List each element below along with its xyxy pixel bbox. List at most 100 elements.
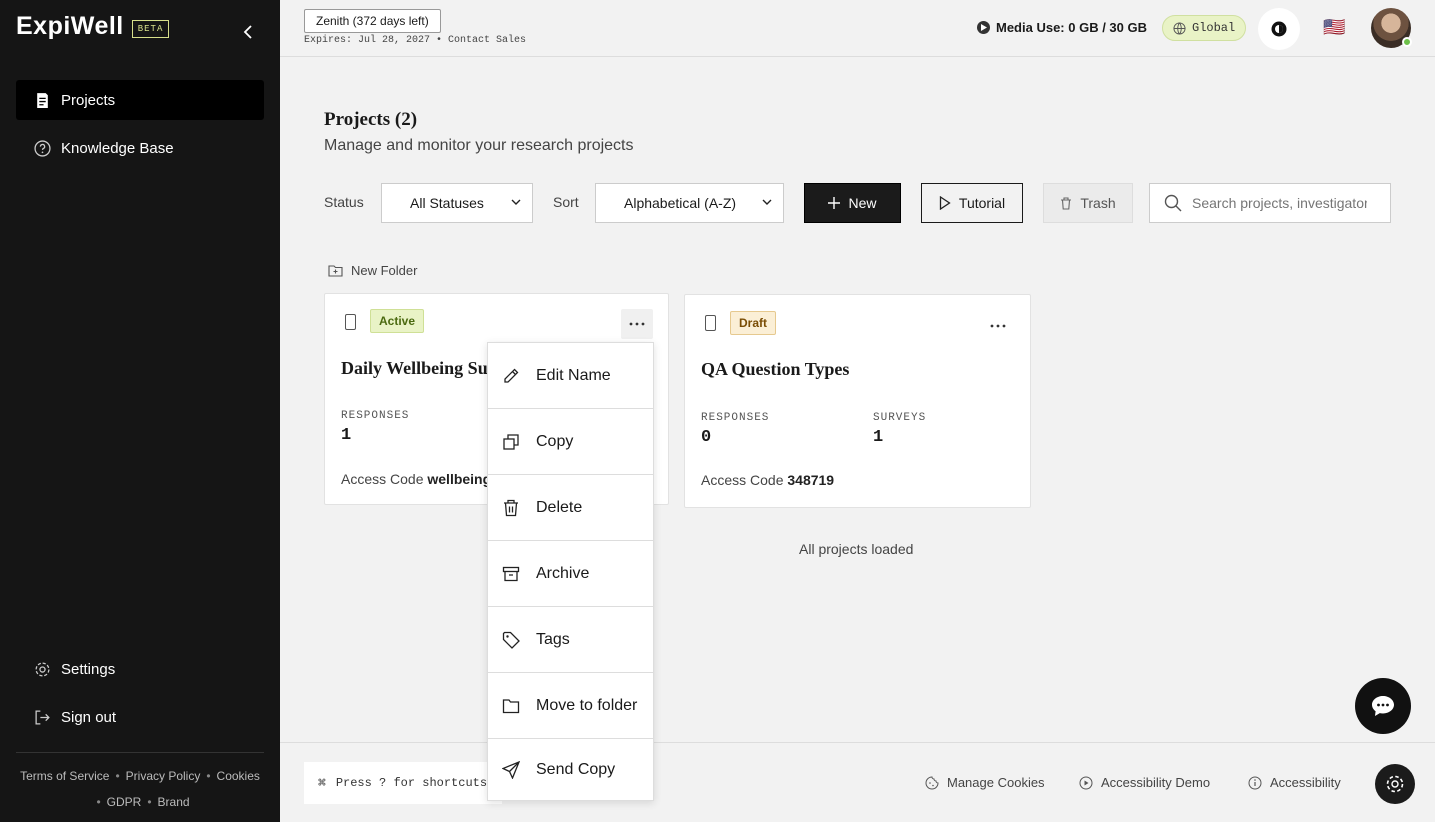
folder-plus-icon <box>328 265 343 277</box>
chat-button[interactable] <box>1355 678 1411 734</box>
archive-icon <box>502 566 520 581</box>
plus-icon <box>828 197 841 209</box>
shortcut-hint-text: Press ? for shortcuts <box>335 776 488 790</box>
sign-out-icon <box>35 709 50 725</box>
menu-item-tags[interactable]: Tags <box>488 607 653 673</box>
more-horizontal-icon <box>990 324 1006 328</box>
sort-select[interactable]: Alphabetical (A-Z) <box>595 183 784 223</box>
menu-item-send-copy[interactable]: Send Copy <box>488 739 653 800</box>
menu-item-label: Edit Name <box>536 366 611 384</box>
chevron-left-icon <box>243 25 252 39</box>
search-input[interactable] <box>1192 195 1367 211</box>
theme-toggle-button[interactable] <box>1258 8 1300 50</box>
sidebar-item-settings[interactable]: Settings <box>16 649 264 689</box>
folder-icon <box>502 698 520 713</box>
media-use-text: Media Use: 0 GB / 30 GB <box>996 20 1147 35</box>
accessibility-settings-button[interactable] <box>1375 764 1415 804</box>
plan-expiry: Expires: Jul 28, 2027 • Contact Sales <box>304 35 527 46</box>
info-icon <box>1248 776 1262 789</box>
responses-label: RESPONSES <box>341 410 410 422</box>
menu-item-label: Copy <box>536 432 574 450</box>
surveys-value: 1 <box>873 428 884 447</box>
access-code: Access Code wellbeing <box>341 471 491 487</box>
beta-badge: BETA <box>131 19 170 38</box>
manage-cookies-label: Manage Cookies <box>947 775 1045 790</box>
shortcut-hint[interactable]: ⌘ Press ? for shortcuts <box>304 762 502 804</box>
trash-button[interactable]: Trash <box>1043 183 1133 223</box>
terms-link[interactable]: Terms of Service <box>20 769 109 783</box>
trash-icon <box>1061 196 1072 210</box>
brand-link[interactable]: Brand <box>158 795 190 809</box>
status-select-value: All Statuses <box>410 195 484 211</box>
sidebar-item-knowledge-base[interactable]: Knowledge Base <box>16 128 264 168</box>
sort-select-value: Alphabetical (A-Z) <box>624 195 737 211</box>
gear-icon <box>1386 775 1404 793</box>
responses-value: 0 <box>701 428 712 447</box>
new-project-button[interactable]: New <box>804 183 901 223</box>
tutorial-button[interactable]: Tutorial <box>921 183 1023 223</box>
logo[interactable]: ExpiWell BETA <box>16 12 170 41</box>
chevron-down-icon <box>511 199 521 205</box>
menu-item-edit-name[interactable]: Edit Name <box>488 343 653 409</box>
sidebar-item-label: Sign out <box>61 708 117 726</box>
project-title[interactable]: Daily Wellbeing Survey <box>341 358 491 379</box>
search-box <box>1149 183 1391 223</box>
sidebar-item-sign-out[interactable]: Sign out <box>16 697 264 737</box>
sidebar-item-projects[interactable]: Projects <box>16 80 264 120</box>
menu-item-label: Tags <box>536 630 570 648</box>
avatar[interactable] <box>1371 8 1412 48</box>
cookie-icon <box>925 775 939 789</box>
project-title[interactable]: QA Question Types <box>701 359 849 380</box>
responses-value: 1 <box>341 426 352 445</box>
status-label: Status <box>324 194 364 210</box>
sort-label: Sort <box>553 194 579 210</box>
privacy-link[interactable]: Privacy Policy <box>126 769 201 783</box>
new-folder-button[interactable]: New Folder <box>328 263 417 278</box>
accessibility-demo-link[interactable]: Accessibility Demo <box>1079 775 1210 790</box>
access-code-label: Access Code <box>701 472 784 488</box>
responses-label: RESPONSES <box>701 412 770 424</box>
plan-badge[interactable]: Zenith (372 days left) <box>304 9 441 33</box>
online-status-dot <box>1402 37 1412 47</box>
project-context-menu: Edit Name Copy Delete Archive Tags Move … <box>487 342 654 801</box>
loaded-status: All projects loaded <box>799 541 914 557</box>
play-outline-icon <box>939 196 951 210</box>
main-content: Projects (2) Manage and monitor your res… <box>280 57 1435 742</box>
page-title: Projects (2) <box>324 109 418 130</box>
menu-item-label: Delete <box>536 498 583 516</box>
project-card[interactable]: Draft QA Question Types RESPONSES 0 SURV… <box>684 294 1031 508</box>
tutorial-button-label: Tutorial <box>958 195 1006 211</box>
gear-icon <box>35 661 50 677</box>
menu-item-move-to-folder[interactable]: Move to folder <box>488 673 653 739</box>
footer: ⌘ Press ? for shortcuts Manage Cookies A… <box>280 742 1435 822</box>
mobile-icon <box>345 314 356 330</box>
status-select[interactable]: All Statuses <box>381 183 533 223</box>
topbar: Zenith (372 days left) Expires: Jul 28, … <box>280 0 1435 57</box>
menu-item-archive[interactable]: Archive <box>488 541 653 607</box>
cookies-link[interactable]: Cookies <box>217 769 260 783</box>
more-horizontal-icon <box>629 322 645 326</box>
manage-cookies-link[interactable]: Manage Cookies <box>925 775 1045 790</box>
chat-bubble-icon <box>1372 696 1394 716</box>
trash-icon <box>504 499 518 516</box>
project-menu-button[interactable] <box>982 311 1014 341</box>
menu-item-delete[interactable]: Delete <box>488 475 653 541</box>
pencil-icon <box>504 368 519 383</box>
copy-icon <box>503 433 519 450</box>
play-circle-icon <box>1079 776 1093 789</box>
access-code-label: Access Code <box>341 471 424 487</box>
region-badge[interactable]: Global <box>1162 15 1247 41</box>
help-circle-icon <box>34 139 51 157</box>
menu-item-label: Move to folder <box>536 696 638 714</box>
menu-item-copy[interactable]: Copy <box>488 409 653 475</box>
project-menu-button[interactable] <box>621 309 653 339</box>
chevron-down-icon <box>762 199 772 205</box>
collapse-sidebar-button[interactable] <box>240 20 256 44</box>
sidebar-item-label: Knowledge Base <box>61 139 174 157</box>
surveys-label: SURVEYS <box>873 412 927 424</box>
language-flag[interactable]: 🇺🇸 <box>1323 18 1345 36</box>
accessibility-link[interactable]: Accessibility <box>1248 775 1341 790</box>
access-code-value: wellbeing <box>427 471 491 487</box>
gdpr-link[interactable]: GDPR <box>107 795 142 809</box>
access-code-value: 348719 <box>787 472 835 488</box>
